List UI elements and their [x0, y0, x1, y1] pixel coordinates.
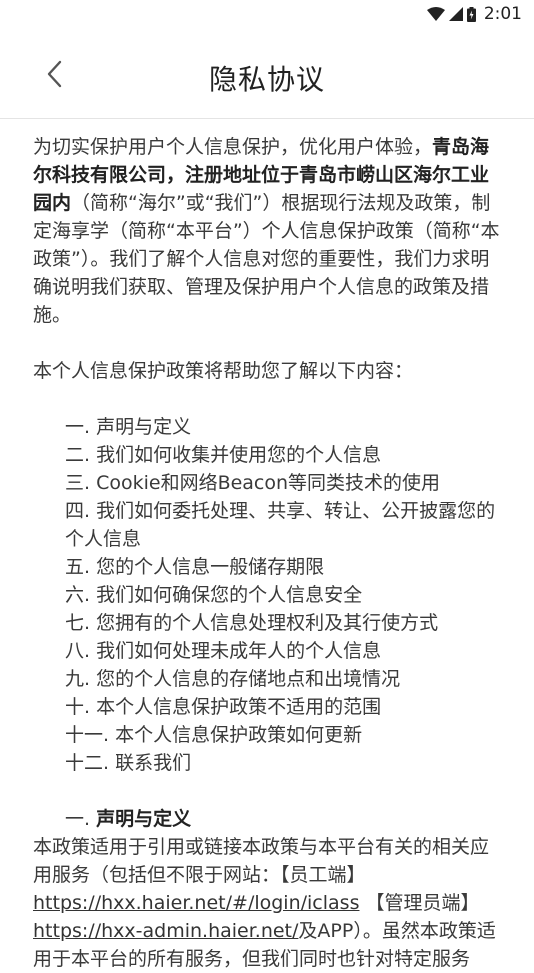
intro-paragraph: 为切实保护用户个人信息保护，优化用户体验，青岛海尔科技有限公司，注册地址位于青岛…: [33, 133, 504, 329]
toc-item: 三. Cookie和网络Beacon等同类技术的使用: [65, 472, 441, 494]
toc-item: 五. 您的个人信息一般储存期限: [65, 556, 325, 578]
toc-item: 十. 本个人信息保护政策不适用的范围: [65, 696, 382, 718]
admin-site-link[interactable]: https://hxx-admin.haier.net/: [33, 920, 298, 942]
intro-text-1: 为切实保护用户个人信息保护，优化用户体验，: [33, 136, 433, 158]
app-header: 隐私协议: [0, 28, 534, 119]
toc-item: 一. 声明与定义: [65, 416, 192, 438]
toc-item: 九. 您的个人信息的存储地点和出境情况: [65, 668, 401, 690]
signal-icon: [448, 7, 463, 21]
toc-item: 四. 我们如何委托处理、共享、转让、公开披露您的个人信息: [65, 500, 496, 550]
wifi-icon: [426, 7, 445, 21]
toc-item: 十一. 本个人信息保护政策如何更新: [65, 724, 363, 746]
toc-item: 八. 我们如何处理未成年人的个人信息: [65, 640, 382, 662]
status-bar: 2:01: [0, 0, 534, 28]
status-time: 2:01: [483, 4, 522, 24]
toc-item: 二. 我们如何收集并使用您的个人信息: [65, 444, 382, 466]
section-paragraph: 本政策适用于引用或链接本政策与本平台有关的相关应用服务（包括但不限于网站：【员工…: [33, 833, 504, 973]
page-title: 隐私协议: [208, 63, 325, 96]
employee-site-link[interactable]: https://hxx.haier.net/#/login/iclass: [33, 892, 359, 914]
toc-intro: 本个人信息保护政策将帮助您了解以下内容：: [33, 360, 414, 382]
intro-text-2: （简称“海尔”或“我们”）根据现行法规及政策，制定海享学（简称“本平台”）个人信…: [33, 192, 500, 326]
section-heading: 一. 声明与定义: [33, 805, 504, 833]
battery-icon: [466, 6, 476, 22]
toc-item: 十二. 联系我们: [65, 752, 192, 774]
toc-item: 七. 您拥有的个人信息处理权利及其行使方式: [65, 612, 439, 634]
section-text-2: 【管理员端】: [359, 892, 480, 914]
toc-list: 一. 声明与定义 二. 我们如何收集并使用您的个人信息 三. Cookie和网络…: [33, 413, 504, 777]
section-number: 一.: [65, 808, 97, 830]
toc-item: 六. 我们如何确保您的个人信息安全: [65, 584, 363, 606]
policy-content[interactable]: 为切实保护用户个人信息保护，优化用户体验，青岛海尔科技有限公司，注册地址位于青岛…: [0, 119, 534, 973]
status-icons: [426, 6, 476, 22]
section-title: 声明与定义: [96, 808, 192, 830]
section-text-1: 本政策适用于引用或链接本政策与本平台有关的相关应用服务（包括但不限于网站：【员工…: [33, 836, 490, 886]
